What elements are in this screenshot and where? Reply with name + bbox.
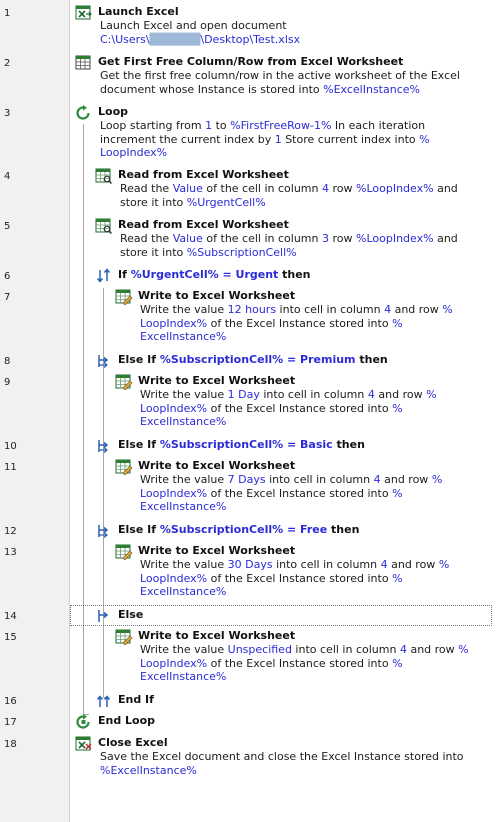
- action-description: Write the value 12 hours into cell in co…: [140, 303, 453, 343]
- action-description: Get the first free column/row in the act…: [100, 69, 460, 96]
- action-title: Write to Excel Worksheet: [138, 544, 296, 557]
- action-description: Launch Excel and open document C:\Users\…: [100, 19, 301, 46]
- line-number: 5: [4, 221, 11, 232]
- action-else-if[interactable]: Else If %SubscriptionCell% = Basic then: [92, 438, 492, 456]
- action-read-worksheet[interactable]: Read from Excel Worksheet Read the Value…: [92, 218, 492, 264]
- action-description: Write the value 7 Days into cell in colu…: [140, 473, 443, 513]
- excel-read-icon: [95, 218, 112, 234]
- action-title: Get First Free Column/Row from Excel Wor…: [98, 55, 404, 68]
- action-close-excel[interactable]: Close Excel Save the Excel document and …: [72, 736, 492, 782]
- line-number: 12: [4, 526, 17, 537]
- line-number: 10: [4, 441, 17, 452]
- action-write-worksheet[interactable]: Write to Excel Worksheet Write the value…: [112, 544, 492, 604]
- action-end-loop[interactable]: End Loop: [72, 714, 492, 730]
- action-title: Read from Excel Worksheet: [118, 218, 289, 231]
- action-write-worksheet[interactable]: Write to Excel Worksheet Write the value…: [112, 289, 492, 349]
- line-number: 9: [4, 377, 11, 388]
- action-description: Loop starting from 1 to %FirstFreeRow-1%…: [100, 119, 430, 159]
- flow-designer-canvas: 1 2 3 4 5 6 7 8 9 10 11 12 13 14 15 16 1…: [0, 0, 496, 822]
- line-number: 16: [4, 696, 17, 707]
- excel-close-icon: [75, 736, 92, 751]
- action-description: Write the value 1 Day into cell in colum…: [140, 388, 437, 428]
- if-nesting-line: [103, 288, 104, 698]
- excel-launch-icon: [75, 5, 92, 20]
- end-loop-icon: [76, 714, 90, 729]
- excel-write-icon: [115, 629, 133, 645]
- action-loop[interactable]: Loop Loop starting from 1 to %FirstFreeR…: [72, 105, 492, 165]
- else-icon: [98, 610, 109, 622]
- action-title: Write to Excel Worksheet: [138, 459, 296, 472]
- line-number: 17: [4, 717, 17, 728]
- action-title: Else If %SubscriptionCell% = Free then: [118, 523, 360, 536]
- line-number: 18: [4, 739, 17, 750]
- loop-icon: [76, 105, 90, 120]
- line-number: 13: [4, 547, 17, 558]
- else-if-icon: [98, 440, 109, 453]
- action-title: Else If %SubscriptionCell% = Basic then: [118, 438, 365, 451]
- else-if-icon: [98, 355, 109, 368]
- action-title: Else If %SubscriptionCell% = Premium the…: [118, 353, 388, 366]
- excel-read-icon: [95, 168, 112, 184]
- action-title: Write to Excel Worksheet: [138, 289, 296, 302]
- action-write-worksheet[interactable]: Write to Excel Worksheet Write the value…: [112, 459, 492, 519]
- action-title: Write to Excel Worksheet: [138, 374, 296, 387]
- action-else[interactable]: Else: [92, 608, 490, 624]
- excel-write-icon: [115, 374, 133, 390]
- line-number: 14: [4, 611, 17, 622]
- action-if[interactable]: If %UrgentCell% = Urgent then: [92, 268, 492, 286]
- action-else-if[interactable]: Else If %SubscriptionCell% = Premium the…: [92, 353, 492, 371]
- excel-write-icon: [115, 459, 133, 475]
- action-title: Launch Excel: [98, 5, 179, 18]
- else-if-icon: [98, 525, 109, 538]
- line-number: 1: [4, 8, 11, 19]
- action-title: End Loop: [98, 714, 156, 727]
- excel-write-icon: [115, 544, 133, 560]
- excel-write-icon: [115, 289, 133, 305]
- action-title: Loop: [98, 105, 128, 118]
- line-number: 8: [4, 356, 11, 367]
- line-number: 7: [4, 292, 11, 303]
- action-title: Else: [118, 608, 144, 621]
- line-number: 11: [4, 462, 17, 473]
- action-write-worksheet[interactable]: Write to Excel Worksheet Write the value…: [112, 374, 492, 434]
- action-read-worksheet[interactable]: Read from Excel Worksheet Read the Value…: [92, 168, 492, 214]
- action-description: Write the value Unspecified into cell in…: [140, 643, 469, 683]
- action-else-if[interactable]: Else If %SubscriptionCell% = Free then: [92, 523, 492, 541]
- action-description: Write the value 30 Days into cell in col…: [140, 558, 450, 598]
- action-title: Write to Excel Worksheet: [138, 629, 296, 642]
- action-description: Read the Value of the cell in column 4 r…: [120, 182, 458, 209]
- action-get-first-free[interactable]: Get First Free Column/Row from Excel Wor…: [72, 55, 492, 101]
- line-number: 2: [4, 58, 11, 69]
- action-title: End If: [118, 693, 154, 706]
- end-if-icon: [96, 695, 111, 707]
- action-title: Read from Excel Worksheet: [118, 168, 289, 181]
- action-end-if[interactable]: End If: [92, 693, 492, 709]
- action-title: If %UrgentCell% = Urgent then: [118, 268, 311, 281]
- action-write-worksheet[interactable]: Write to Excel Worksheet Write the value…: [112, 629, 492, 689]
- line-number: 3: [4, 108, 11, 119]
- excel-grid-icon: [75, 55, 91, 70]
- action-launch-excel[interactable]: Launch Excel Launch Excel and open docum…: [72, 5, 492, 51]
- if-icon: [96, 268, 111, 283]
- action-description: Read the Value of the cell in column 3 r…: [120, 232, 458, 259]
- action-description: Save the Excel document and close the Ex…: [100, 750, 464, 777]
- line-number: 15: [4, 632, 17, 643]
- line-number: 4: [4, 171, 11, 182]
- line-number: 6: [4, 271, 11, 282]
- action-title: Close Excel: [98, 736, 168, 749]
